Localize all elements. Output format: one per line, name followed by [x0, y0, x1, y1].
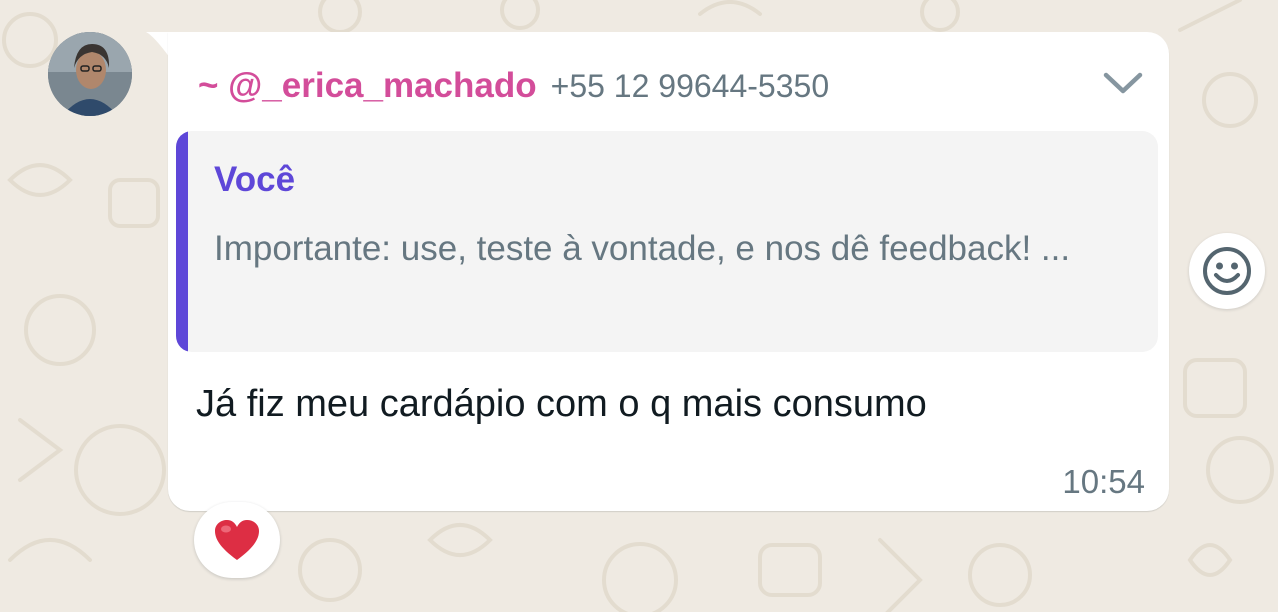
- avatar-image: [48, 32, 132, 116]
- heart-icon: [215, 520, 259, 560]
- quoted-message[interactable]: Você Importante: use, teste à vontade, e…: [176, 131, 1158, 352]
- quote-accent-bar: [176, 131, 188, 352]
- quoted-text: Importante: use, teste à vontade, e nos …: [214, 229, 1071, 268]
- sender-avatar[interactable]: [48, 32, 132, 116]
- message-time: 10:54: [1062, 463, 1145, 500]
- sender-name[interactable]: ~ @_erica_machado: [198, 66, 537, 106]
- sender-header: ~ @_erica_machado +55 12 99644-5350: [198, 66, 829, 106]
- react-button[interactable]: [1189, 233, 1265, 309]
- quoted-author: Você: [214, 160, 296, 199]
- sender-phone: +55 12 99644-5350: [550, 68, 830, 104]
- message-text: Já fiz meu cardápio com o q mais consumo: [196, 383, 927, 425]
- bubble-tail: [146, 32, 170, 58]
- emoji-smiley-icon: [1203, 247, 1251, 295]
- reaction-badge[interactable]: [194, 502, 280, 578]
- chevron-down-icon[interactable]: [1101, 70, 1145, 96]
- message-bubble[interactable]: ~ @_erica_machado +55 12 99644-5350 Você…: [168, 32, 1169, 511]
